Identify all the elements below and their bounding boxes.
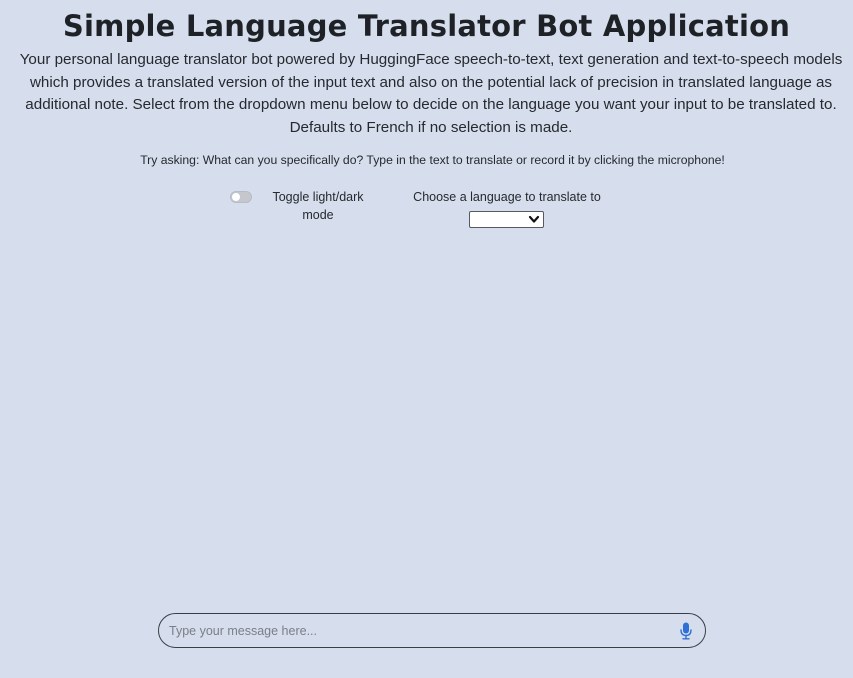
language-select[interactable] (469, 211, 544, 228)
page-title: Simple Language Translator Bot Applicati… (62, 9, 791, 43)
language-select-label: Choose a language to translate to (413, 190, 601, 204)
toggle-switch-icon (232, 193, 240, 201)
chat-input-bar (158, 613, 706, 648)
app-page: Simple Language Translator Bot Applicati… (0, 0, 853, 678)
chevron-down-icon (528, 215, 540, 223)
theme-toggle[interactable] (230, 191, 252, 203)
app-description: Your personal language translator bot po… (19, 51, 843, 136)
microphone-icon[interactable] (680, 622, 692, 640)
theme-toggle-label: Toggle light/dark mode (272, 190, 364, 222)
usage-hint: Try asking: What can you specifically do… (140, 153, 725, 167)
message-input[interactable] (169, 614, 659, 647)
